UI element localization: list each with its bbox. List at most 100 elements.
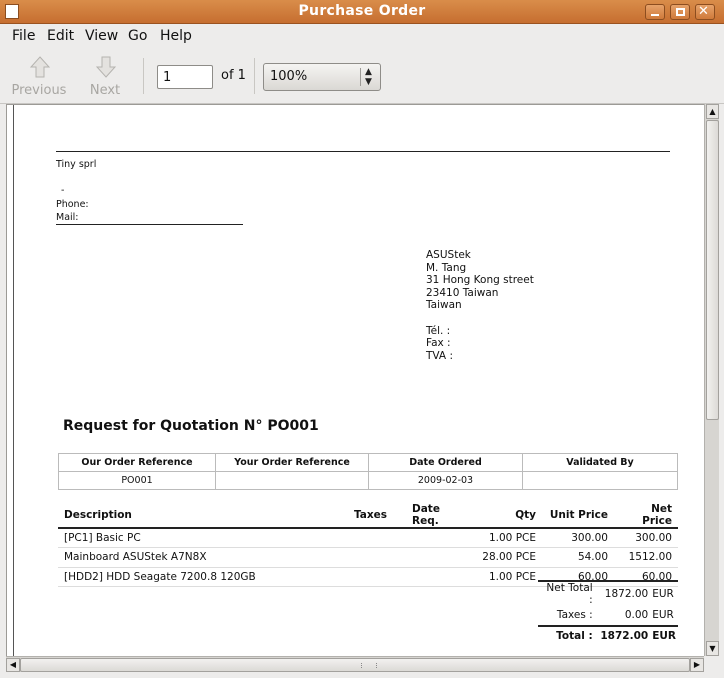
table-row: [PC1] Basic PC 1.00 PCE 300.00 300.00 xyxy=(58,528,678,548)
ref-header: Our Order Reference xyxy=(58,453,216,472)
line-description: [PC1] Basic PC xyxy=(58,528,348,548)
supplier-line: Taiwan xyxy=(426,299,462,311)
company-mail: Mail: xyxy=(56,212,79,223)
order-lines-table: Description Taxes Date Req. Qty Unit Pri… xyxy=(58,503,678,587)
toolbar-separator xyxy=(143,58,144,94)
ref-header: Your Order Reference xyxy=(215,453,369,472)
column-header: Qty xyxy=(474,503,542,529)
line-description: [HDD2] HDD Seagate 7200.8 120GB xyxy=(58,567,348,587)
vertical-scrollbar[interactable]: ▲ ▼ xyxy=(704,104,719,656)
spin-arrows-icon: ▲ ▼ xyxy=(365,67,372,87)
line-net-price: 300.00 xyxy=(614,528,678,548)
total-currency: EUR xyxy=(650,624,678,645)
page-number-input[interactable] xyxy=(157,65,213,89)
vertical-scroll-thumb[interactable] xyxy=(706,120,719,420)
totals-table: Net Total : 1872.00 EUR Taxes : 0.00 EUR… xyxy=(538,580,678,645)
company-phone: Phone: xyxy=(56,199,89,210)
line-unit-price: 300.00 xyxy=(542,528,614,548)
line-qty: 1.00 PCE xyxy=(474,567,542,587)
toolbar-separator xyxy=(254,58,255,94)
line-date xyxy=(406,567,474,587)
taxes-label: Taxes : xyxy=(556,609,593,622)
line-description: Mainboard ASUStek A7N8X xyxy=(58,547,348,568)
line-date xyxy=(406,528,474,548)
document-page: Tiny sprl - Phone: Mail: ASUStek M. Tang… xyxy=(13,105,704,656)
supplier-line: ASUStek xyxy=(426,249,471,261)
menu-view[interactable]: View xyxy=(85,28,118,44)
supplier-line: M. Tang xyxy=(426,261,467,274)
ref-value: PO001 xyxy=(58,471,216,490)
next-button[interactable]: Next xyxy=(70,54,140,100)
ref-value xyxy=(522,471,678,490)
table-header-row: Description Taxes Date Req. Qty Unit Pri… xyxy=(58,503,678,529)
minimize-button[interactable] xyxy=(645,4,665,20)
company-address-dash: - xyxy=(61,185,65,196)
next-label: Next xyxy=(89,83,121,98)
line-qty: 1.00 PCE xyxy=(474,528,542,548)
ref-value: 2009-02-03 xyxy=(368,471,523,490)
menu-edit[interactable]: Edit xyxy=(47,28,74,44)
line-unit-price: 54.00 xyxy=(542,547,614,568)
column-header: Taxes xyxy=(348,503,406,529)
window-title: Purchase Order xyxy=(298,3,426,19)
net-total-label: Net Total : xyxy=(538,580,595,606)
menu-help[interactable]: Help xyxy=(160,28,192,44)
column-header: Unit Price xyxy=(542,503,614,529)
toolbar: Previous Next of 1 100% ▲▼ xyxy=(0,48,724,104)
line-taxes xyxy=(348,547,406,568)
zoom-divider xyxy=(360,68,361,86)
scroll-up-icon[interactable]: ▲ xyxy=(706,104,719,119)
arrow-up-icon xyxy=(30,56,50,78)
horizontal-scrollbar[interactable]: ◀ ▶ xyxy=(6,656,704,672)
supplier-line: 31 Hong Kong street xyxy=(426,274,534,286)
net-total-value: 1872.00 xyxy=(594,580,651,606)
company-rule xyxy=(56,224,243,225)
maximize-icon xyxy=(676,8,685,16)
column-header: Description xyxy=(58,503,348,529)
line-date xyxy=(406,547,474,568)
net-total-currency: EUR xyxy=(650,580,678,606)
menu-file[interactable]: File xyxy=(12,28,35,44)
arrow-down-icon xyxy=(96,56,116,78)
total-value: 1872.00 xyxy=(594,624,651,645)
line-taxes xyxy=(348,567,406,587)
table-row: Mainboard ASUStek A7N8X 28.00 PCE 54.00 … xyxy=(58,547,678,568)
previous-label: Previous xyxy=(11,83,67,98)
supplier-fax: Fax : xyxy=(426,337,451,349)
quotation-title: Request for Quotation N° PO001 xyxy=(63,418,319,434)
zoom-value: 100% xyxy=(270,69,308,84)
scroll-down-icon[interactable]: ▼ xyxy=(706,641,719,656)
menu-go[interactable]: Go xyxy=(128,28,147,44)
line-net-price: 1512.00 xyxy=(614,547,678,568)
line-taxes xyxy=(348,528,406,548)
grip-icon xyxy=(361,663,377,668)
minimize-icon xyxy=(651,14,659,16)
taxes-value: 0.00 xyxy=(624,609,649,622)
ref-header: Validated By xyxy=(522,453,678,472)
maximize-button[interactable] xyxy=(670,4,690,20)
page-count-label: of 1 xyxy=(221,68,246,83)
total-label: Total : xyxy=(538,624,595,645)
header-rule xyxy=(56,151,670,152)
close-icon: ✕ xyxy=(698,4,709,19)
company-name: Tiny sprl xyxy=(56,159,97,170)
ref-header: Date Ordered xyxy=(368,453,523,472)
supplier-line: 23410 Taiwan xyxy=(426,286,499,299)
order-reference-table: Our Order Reference Your Order Reference… xyxy=(58,453,678,490)
supplier-tel: Tél. : xyxy=(426,324,451,337)
menu-bar: File Edit View Go Help xyxy=(0,24,724,48)
supplier-tva: TVA : xyxy=(426,349,453,362)
document-viewport[interactable]: Tiny sprl - Phone: Mail: ASUStek M. Tang… xyxy=(6,104,704,656)
supplier-address: ASUStek M. Tang 31 Hong Kong street 2341… xyxy=(426,249,534,362)
column-header: Net Price xyxy=(614,503,678,529)
ref-value xyxy=(215,471,369,490)
previous-button[interactable]: Previous xyxy=(4,54,74,100)
horizontal-scroll-thumb[interactable] xyxy=(20,658,690,672)
taxes-currency: EUR xyxy=(652,609,674,622)
scroll-left-icon[interactable]: ◀ xyxy=(6,658,20,672)
line-qty: 28.00 PCE xyxy=(474,547,542,568)
close-button[interactable]: ✕ xyxy=(695,4,715,20)
scroll-right-icon[interactable]: ▶ xyxy=(690,658,704,672)
title-bar: Purchase Order ✕ xyxy=(0,0,724,24)
zoom-select[interactable]: 100% ▲ ▼ xyxy=(263,63,381,91)
